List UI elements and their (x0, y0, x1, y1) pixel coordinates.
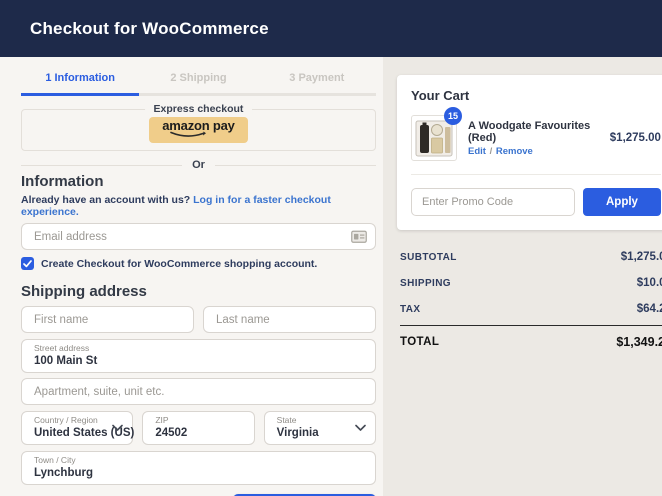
contact-card-icon (351, 230, 367, 243)
promo-code-section: Apply (411, 188, 661, 216)
tab-shipping[interactable]: 2 Shipping (139, 63, 257, 96)
country-label: Country / Region (34, 416, 120, 426)
chevron-down-icon (112, 425, 123, 432)
last-name-input[interactable] (203, 306, 376, 333)
zip-label: ZIP (155, 416, 241, 426)
country-value: United States (US) (34, 426, 120, 440)
create-account-option[interactable]: Create Checkout for WooCommerce shopping… (21, 257, 376, 270)
promo-code-input[interactable] (411, 188, 575, 216)
apply-promo-button[interactable]: Apply (583, 188, 661, 216)
page-title: Checkout for WooCommerce (30, 19, 269, 39)
subtotal-value: $1,275.00 (621, 251, 662, 263)
city-field[interactable]: Town / City Lynchburg (21, 451, 376, 485)
tax-label: TAX (400, 304, 420, 315)
divider-line (21, 165, 182, 166)
link-separator: / (490, 146, 493, 157)
subtotal-label: SUBTOTAL (400, 252, 457, 263)
email-input[interactable] (21, 223, 376, 250)
first-name-input[interactable] (21, 306, 194, 333)
checkout-form-panel: 1 Information 2 Shipping 3 Payment Expre… (0, 57, 383, 496)
app-header: Checkout for WooCommerce (0, 0, 662, 57)
cart-item-row: 15 A Woodgate Favourites (Red) Edit / Re… (411, 115, 661, 175)
divider-line (215, 165, 376, 166)
street-address-field[interactable]: Street address 100 Main St (21, 339, 376, 373)
cart-item-price: $1,275.00 (610, 132, 661, 144)
street-address-value: 100 Main St (34, 354, 363, 368)
create-account-label: Create Checkout for WooCommerce shopping… (41, 258, 317, 270)
state-label: State (277, 416, 363, 426)
shipping-address-heading: Shipping address (21, 283, 376, 300)
check-icon (23, 260, 32, 268)
name-fields-row (21, 306, 376, 333)
quantity-badge: 15 (444, 107, 462, 125)
country-select[interactable]: Country / Region United States (US) (21, 411, 133, 445)
email-field-wrap (21, 223, 376, 250)
create-account-checkbox[interactable] (21, 257, 34, 270)
cart-card: Your Cart 15 A Wo (397, 75, 662, 230)
tab-information[interactable]: 1 Information (21, 63, 139, 96)
information-heading: Information (21, 173, 376, 190)
chevron-down-icon (355, 425, 366, 432)
total-label: TOTAL (400, 336, 439, 348)
tax-row: TAX $64.25 (400, 296, 662, 322)
or-divider: Or (21, 159, 376, 171)
order-totals: SUBTOTAL $1,275.00 SHIPPING $10.00 TAX $… (397, 244, 662, 358)
zip-field[interactable]: ZIP 24502 (142, 411, 254, 445)
product-thumbnail: 15 (411, 115, 457, 161)
account-prompt-line: Already have an account with us? Log in … (21, 194, 376, 218)
cart-item-info: A Woodgate Favourites (Red) Edit / Remov… (468, 120, 599, 157)
apartment-input[interactable] (21, 378, 376, 405)
shipping-label: SHIPPING (400, 278, 451, 289)
tax-value: $64.25 (637, 303, 662, 315)
order-summary-panel: Your Cart 15 A Wo (383, 57, 662, 496)
checkout-page: Checkout for WooCommerce 1 Information 2… (0, 0, 662, 496)
tab-payment[interactable]: 3 Payment (258, 63, 376, 96)
city-value: Lynchburg (34, 466, 363, 480)
express-checkout-label: Express checkout (145, 103, 253, 115)
express-checkout-section: Express checkout amazon pay (21, 109, 376, 151)
subtotal-row: SUBTOTAL $1,275.00 (400, 244, 662, 270)
street-address-label: Street address (34, 344, 363, 354)
total-value: $1,349.25 (616, 335, 662, 349)
amazon-pay-button[interactable]: amazon pay (149, 117, 247, 144)
city-label: Town / City (34, 456, 363, 466)
apartment-field-wrap (21, 378, 376, 405)
cart-heading: Your Cart (411, 88, 661, 103)
region-fields-row: Country / Region United States (US) ZIP … (21, 411, 376, 445)
checkout-steps: 1 Information 2 Shipping 3 Payment (21, 63, 376, 96)
or-divider-label: Or (192, 159, 205, 171)
shipping-value: $10.00 (637, 277, 662, 289)
account-prompt: Already have an account with us? (21, 194, 190, 206)
state-value: Virginia (277, 426, 363, 440)
amazon-smile-icon (170, 131, 208, 139)
cart-item-name: A Woodgate Favourites (Red) (468, 120, 599, 144)
shipping-row: SHIPPING $10.00 (400, 270, 662, 296)
remove-item-link[interactable]: Remove (496, 146, 533, 157)
state-select[interactable]: State Virginia (264, 411, 376, 445)
cart-item-actions: Edit / Remove (468, 146, 599, 157)
edit-item-link[interactable]: Edit (468, 146, 486, 157)
main-content: 1 Information 2 Shipping 3 Payment Expre… (0, 57, 662, 496)
total-row: TOTAL $1,349.25 (400, 326, 662, 358)
zip-value: 24502 (155, 426, 241, 440)
